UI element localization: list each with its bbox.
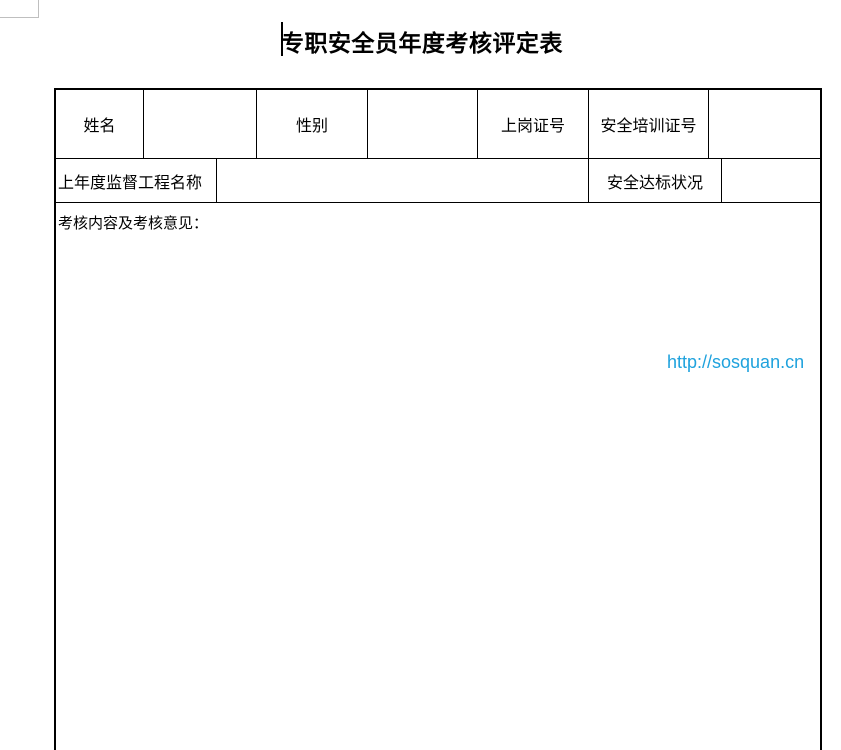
assessment-form-table: 姓名 性别 上岗证号 安全培训证号 上年度监督工程名称 安全达标状况 考核内容及…: [54, 88, 822, 750]
name-value-cell[interactable]: [144, 90, 256, 158]
gender-value-cell[interactable]: [368, 90, 477, 158]
page-corner-mark: [0, 0, 39, 18]
training-cert-value-cell[interactable]: [709, 90, 818, 158]
name-label: 姓名: [83, 116, 116, 135]
table-row-personal-info: 姓名 性别 上岗证号 安全培训证号: [56, 90, 820, 159]
project-value-cell[interactable]: [217, 159, 588, 202]
standard-status-label: 安全达标状况: [606, 172, 703, 192]
assessment-content-label: 考核内容及考核意见：: [58, 214, 209, 232]
table-row-project-info: 上年度监督工程名称 安全达标状况: [56, 159, 820, 203]
project-label: 上年度监督工程名称: [58, 172, 203, 192]
training-cert-label: 安全培训证号: [600, 116, 697, 135]
gender-label: 性别: [295, 116, 328, 135]
post-cert-label: 上岗证号: [500, 116, 565, 135]
watermark-link: http://sosquan.cn: [667, 352, 805, 372]
document-title[interactable]: 专职安全员年度考核评定表: [281, 24, 563, 58]
standard-status-value-cell[interactable]: [722, 159, 818, 202]
